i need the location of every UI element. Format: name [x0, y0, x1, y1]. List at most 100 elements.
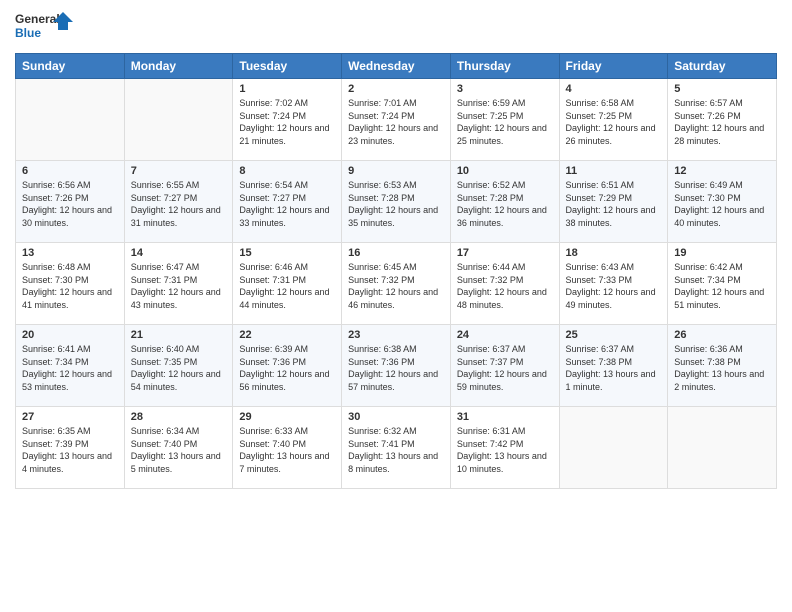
calendar-cell: 14Sunrise: 6:47 AMSunset: 7:31 PMDayligh…: [124, 243, 233, 325]
calendar-day-header: Sunday: [16, 54, 125, 79]
day-number: 2: [348, 83, 444, 95]
day-number: 7: [131, 165, 227, 177]
calendar-header-row: SundayMondayTuesdayWednesdayThursdayFrid…: [16, 54, 777, 79]
day-number: 12: [674, 165, 770, 177]
cell-info: Sunrise: 6:35 AMSunset: 7:39 PMDaylight:…: [22, 425, 118, 475]
calendar-cell: 24 Sunrise: 6:37 AMSunset: 7:37 PMDayligh…: [450, 325, 559, 407]
calendar-day-header: Wednesday: [342, 54, 451, 79]
page: General Blue SundayMondayTuesdayWednesda…: [0, 0, 792, 612]
day-number: 30: [348, 411, 444, 423]
calendar-cell: [668, 407, 777, 489]
day-number: 1: [239, 83, 335, 95]
calendar-cell: 26 Sunrise: 6:36 AMSunset: 7:38 PMDayligh…: [668, 325, 777, 407]
calendar-cell: 8Sunrise: 6:54 AMSunset: 7:27 PMDaylight…: [233, 161, 342, 243]
day-number: 31: [457, 411, 553, 423]
cell-info: Sunrise: 6:33 AMSunset: 7:40 PMDaylight:…: [239, 425, 335, 475]
calendar-cell: 29 Sunrise: 6:33 AMSunset: 7:40 PMDayligh…: [233, 407, 342, 489]
cell-info: Sunrise: 6:56 AMSunset: 7:26 PMDaylight:…: [22, 179, 118, 229]
calendar-cell: 27Sunrise: 6:35 AMSunset: 7:39 PMDayligh…: [16, 407, 125, 489]
cell-info: Sunrise: 6:43 AMSunset: 7:33 PMDaylight:…: [566, 261, 662, 311]
cell-info: Sunrise: 6:39 AMSunset: 7:36 PMDaylight:…: [239, 343, 335, 393]
calendar-cell: 25 Sunrise: 6:37 AMSunset: 7:38 PMDayligh…: [559, 325, 668, 407]
calendar-cell: 18Sunrise: 6:43 AMSunset: 7:33 PMDayligh…: [559, 243, 668, 325]
calendar-cell: 10Sunrise: 6:52 AMSunset: 7:28 PMDayligh…: [450, 161, 559, 243]
calendar-cell: 31 Sunrise: 6:31 AMSunset: 7:42 PMDayligh…: [450, 407, 559, 489]
calendar-week-row: 20 Sunrise: 6:41 AMSunset: 7:34 PMDayligh…: [16, 325, 777, 407]
logo: General Blue: [15, 10, 75, 45]
calendar-day-header: Saturday: [668, 54, 777, 79]
day-number: 28: [131, 411, 227, 423]
calendar-cell: [124, 79, 233, 161]
calendar-day-header: Friday: [559, 54, 668, 79]
cell-info: Sunrise: 6:55 AMSunset: 7:27 PMDaylight:…: [131, 179, 227, 229]
day-number: 6: [22, 165, 118, 177]
cell-info: Sunrise: 6:46 AMSunset: 7:31 PMDaylight:…: [239, 261, 335, 311]
calendar-cell: 11Sunrise: 6:51 AMSunset: 7:29 PMDayligh…: [559, 161, 668, 243]
day-number: 14: [131, 247, 227, 259]
cell-info: Sunrise: 6:51 AMSunset: 7:29 PMDaylight:…: [566, 179, 662, 229]
day-number: 3: [457, 83, 553, 95]
cell-info: Sunrise: 6:40 AMSunset: 7:35 PMDaylight:…: [131, 343, 227, 393]
calendar-cell: 19 Sunrise: 6:42 AMSunset: 7:34 PMDayligh…: [668, 243, 777, 325]
calendar-day-header: Tuesday: [233, 54, 342, 79]
cell-info: Sunrise: 6:38 AMSunset: 7:36 PMDaylight:…: [348, 343, 444, 393]
calendar-cell: 16 Sunrise: 6:45 AMSunset: 7:32 PMDayligh…: [342, 243, 451, 325]
calendar-cell: [559, 407, 668, 489]
calendar-cell: 2 Sunrise: 7:01 AMSunset: 7:24 PMDaylight…: [342, 79, 451, 161]
calendar-cell: 23 Sunrise: 6:38 AMSunset: 7:36 PMDayligh…: [342, 325, 451, 407]
calendar-week-row: 6 Sunrise: 6:56 AMSunset: 7:26 PMDaylight…: [16, 161, 777, 243]
cell-info: Sunrise: 6:45 AMSunset: 7:32 PMDaylight:…: [348, 261, 444, 311]
day-number: 25: [566, 329, 662, 341]
cell-info: Sunrise: 6:41 AMSunset: 7:34 PMDaylight:…: [22, 343, 118, 393]
day-number: 23: [348, 329, 444, 341]
day-number: 9: [348, 165, 444, 177]
day-number: 15: [239, 247, 335, 259]
logo-svg: General Blue: [15, 10, 75, 45]
cell-info: Sunrise: 6:37 AMSunset: 7:37 PMDaylight:…: [457, 343, 553, 393]
cell-info: Sunrise: 6:54 AMSunset: 7:27 PMDaylight:…: [239, 179, 335, 229]
calendar-cell: 6 Sunrise: 6:56 AMSunset: 7:26 PMDaylight…: [16, 161, 125, 243]
day-number: 4: [566, 83, 662, 95]
calendar-cell: 20 Sunrise: 6:41 AMSunset: 7:34 PMDayligh…: [16, 325, 125, 407]
day-number: 20: [22, 329, 118, 341]
calendar-week-row: 1Sunrise: 7:02 AMSunset: 7:24 PMDaylight…: [16, 79, 777, 161]
cell-info: Sunrise: 6:49 AMSunset: 7:30 PMDaylight:…: [674, 179, 770, 229]
cell-info: Sunrise: 6:48 AMSunset: 7:30 PMDaylight:…: [22, 261, 118, 311]
calendar-table: SundayMondayTuesdayWednesdayThursdayFrid…: [15, 53, 777, 489]
day-number: 24: [457, 329, 553, 341]
cell-info: Sunrise: 6:42 AMSunset: 7:34 PMDaylight:…: [674, 261, 770, 311]
calendar-cell: 13Sunrise: 6:48 AMSunset: 7:30 PMDayligh…: [16, 243, 125, 325]
calendar-cell: 9Sunrise: 6:53 AMSunset: 7:28 PMDaylight…: [342, 161, 451, 243]
calendar-cell: 1Sunrise: 7:02 AMSunset: 7:24 PMDaylight…: [233, 79, 342, 161]
calendar-day-header: Monday: [124, 54, 233, 79]
calendar-cell: 30 Sunrise: 6:32 AMSunset: 7:41 PMDayligh…: [342, 407, 451, 489]
day-number: 5: [674, 83, 770, 95]
calendar-week-row: 13Sunrise: 6:48 AMSunset: 7:30 PMDayligh…: [16, 243, 777, 325]
day-number: 21: [131, 329, 227, 341]
calendar-week-row: 27Sunrise: 6:35 AMSunset: 7:39 PMDayligh…: [16, 407, 777, 489]
cell-info: Sunrise: 6:32 AMSunset: 7:41 PMDaylight:…: [348, 425, 444, 475]
cell-info: Sunrise: 6:37 AMSunset: 7:38 PMDaylight:…: [566, 343, 662, 393]
cell-info: Sunrise: 6:44 AMSunset: 7:32 PMDaylight:…: [457, 261, 553, 311]
day-number: 17: [457, 247, 553, 259]
day-number: 16: [348, 247, 444, 259]
cell-info: Sunrise: 7:01 AMSunset: 7:24 PMDaylight:…: [348, 97, 444, 147]
calendar-cell: 17 Sunrise: 6:44 AMSunset: 7:32 PMDayligh…: [450, 243, 559, 325]
calendar-cell: 22 Sunrise: 6:39 AMSunset: 7:36 PMDayligh…: [233, 325, 342, 407]
svg-text:Blue: Blue: [15, 26, 41, 40]
day-number: 22: [239, 329, 335, 341]
cell-info: Sunrise: 6:31 AMSunset: 7:42 PMDaylight:…: [457, 425, 553, 475]
cell-info: Sunrise: 6:58 AMSunset: 7:25 PMDaylight:…: [566, 97, 662, 147]
day-number: 19: [674, 247, 770, 259]
cell-info: Sunrise: 6:36 AMSunset: 7:38 PMDaylight:…: [674, 343, 770, 393]
header: General Blue: [15, 10, 777, 45]
cell-info: Sunrise: 6:34 AMSunset: 7:40 PMDaylight:…: [131, 425, 227, 475]
calendar-cell: 28 Sunrise: 6:34 AMSunset: 7:40 PMDayligh…: [124, 407, 233, 489]
calendar-cell: [16, 79, 125, 161]
calendar-day-header: Thursday: [450, 54, 559, 79]
day-number: 29: [239, 411, 335, 423]
calendar-cell: 7 Sunrise: 6:55 AMSunset: 7:27 PMDaylight…: [124, 161, 233, 243]
day-number: 26: [674, 329, 770, 341]
svg-text:General: General: [15, 12, 60, 26]
cell-info: Sunrise: 6:59 AMSunset: 7:25 PMDaylight:…: [457, 97, 553, 147]
